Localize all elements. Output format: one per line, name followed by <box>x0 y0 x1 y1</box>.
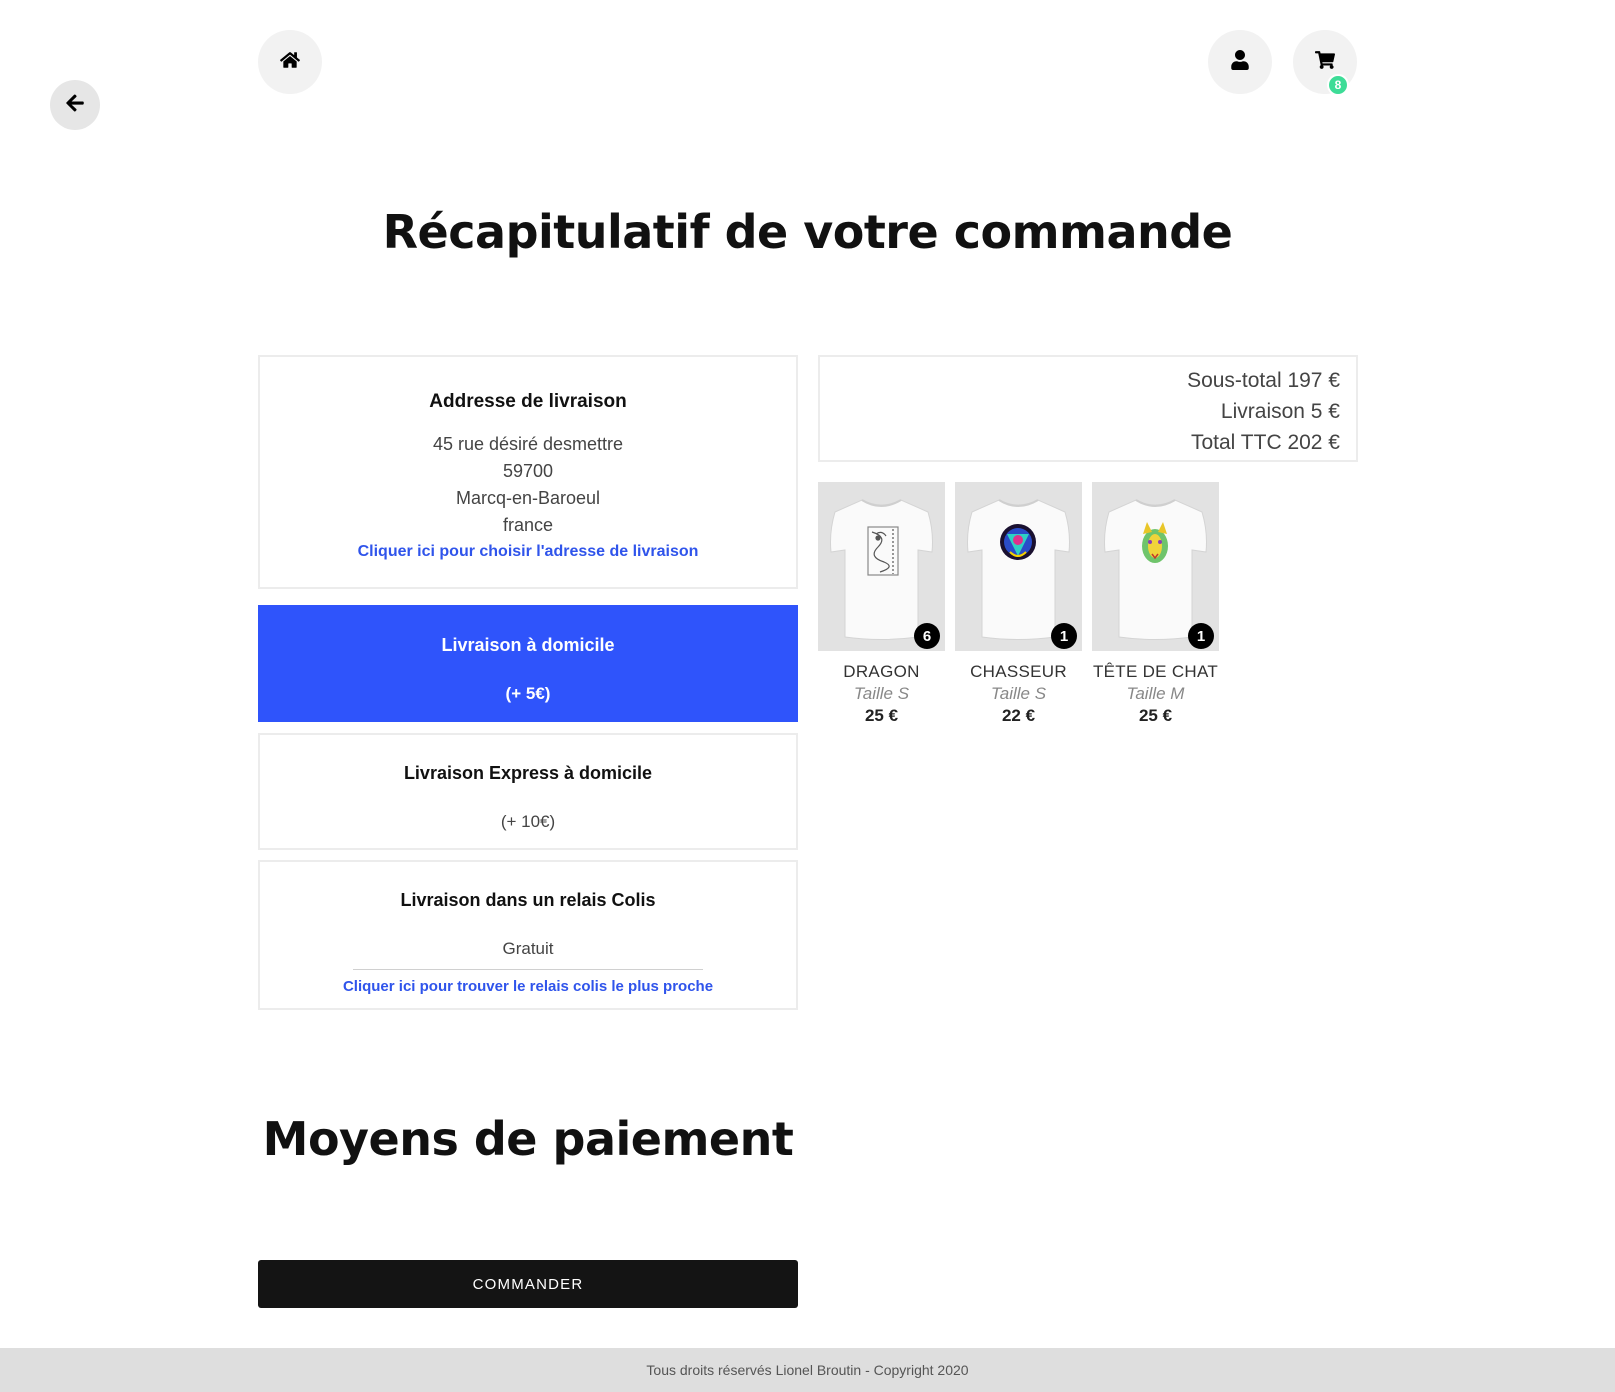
product-name: TÊTE DE CHAT <box>1092 662 1219 681</box>
product-size: Taille M <box>1126 684 1185 703</box>
quantity-badge: 1 <box>1188 623 1214 649</box>
cart-button[interactable]: 8 <box>1293 30 1357 96</box>
shipping-option-label: Livraison Express à domicile <box>403 763 653 783</box>
product-size: Taille S <box>990 684 1047 703</box>
total-ttc: Total TTC 202 € <box>1190 431 1340 454</box>
address-country: france <box>502 515 554 535</box>
shipping-option-price: Gratuit <box>502 939 554 958</box>
product-image: 1 <box>1092 482 1219 651</box>
product-name: CHASSEUR <box>970 662 1067 681</box>
address-street: 45 rue désiré desmettre <box>432 434 624 454</box>
shipping-option-relay[interactable]: Livraison dans un relais Colis Gratuit C… <box>258 860 798 1010</box>
cart-product-list: 6 DRAGON Taille S 25 € 1 CHASSEUR Taille… <box>818 482 1219 726</box>
shipping-option-price: (+ 10€) <box>500 812 556 831</box>
cart-count-badge: 8 <box>1327 74 1349 96</box>
order-totals-panel: Sous-total 197 € Livraison 5 € Total TTC… <box>818 355 1358 462</box>
address-heading: Addresse de livraison <box>429 391 627 412</box>
product-name: DRAGON <box>843 662 920 681</box>
page-title: Récapitulatif de votre commande <box>382 205 1233 259</box>
account-button[interactable] <box>1208 30 1272 94</box>
shipping-option-label: Livraison dans un relais Colis <box>400 890 656 910</box>
subtotal: Sous-total 197 € <box>1187 369 1340 392</box>
back-button[interactable] <box>50 80 100 130</box>
choose-address-link[interactable]: Cliquer ici pour choisir l'adresse de li… <box>260 543 796 561</box>
shipping-option-price: (+ 5€) <box>505 684 551 703</box>
address-city: Marcq-en-Baroeul <box>455 488 601 508</box>
divider <box>353 969 703 970</box>
shipping-option-label: Livraison à domicile <box>441 635 615 655</box>
quantity-badge: 6 <box>914 623 940 649</box>
home-icon <box>279 50 301 75</box>
home-button[interactable] <box>258 30 322 94</box>
shipping-option-express[interactable]: Livraison Express à domicile (+ 10€) <box>258 733 798 850</box>
quantity-badge: 1 <box>1051 623 1077 649</box>
shipping-option-home[interactable]: Livraison à domicile (+ 5€) <box>258 605 798 722</box>
product-price: 25 € <box>864 706 899 725</box>
product-card[interactable]: 1 TÊTE DE CHAT Taille M 25 € <box>1092 482 1219 726</box>
user-icon <box>1230 49 1250 75</box>
product-price: 22 € <box>1001 706 1036 725</box>
hunter-print <box>1000 524 1036 560</box>
product-image: 6 <box>818 482 945 651</box>
product-size: Taille S <box>853 684 910 703</box>
product-card[interactable]: 6 DRAGON Taille S 25 € <box>818 482 945 726</box>
address-postcode: 59700 <box>502 461 554 481</box>
payment-methods-heading: Moyens de paiement <box>262 1112 794 1166</box>
shipping-address-panel: Addresse de livraison 45 rue désiré desm… <box>258 355 798 589</box>
copyright-text: Tous droits réservés Lionel Broutin - Co… <box>646 1362 969 1378</box>
shipping-cost: Livraison 5 € <box>1220 400 1340 423</box>
product-card[interactable]: 1 CHASSEUR Taille S 22 € <box>955 482 1082 726</box>
product-price: 25 € <box>1138 706 1173 725</box>
footer: Tous droits réservés Lionel Broutin - Co… <box>0 1348 1615 1392</box>
product-image: 1 <box>955 482 1082 651</box>
order-button[interactable]: COMMANDER <box>258 1260 798 1308</box>
arrow-left-icon <box>65 93 85 118</box>
find-relay-link[interactable]: Cliquer ici pour trouver le relais colis… <box>343 978 713 995</box>
cart-icon <box>1315 50 1336 75</box>
